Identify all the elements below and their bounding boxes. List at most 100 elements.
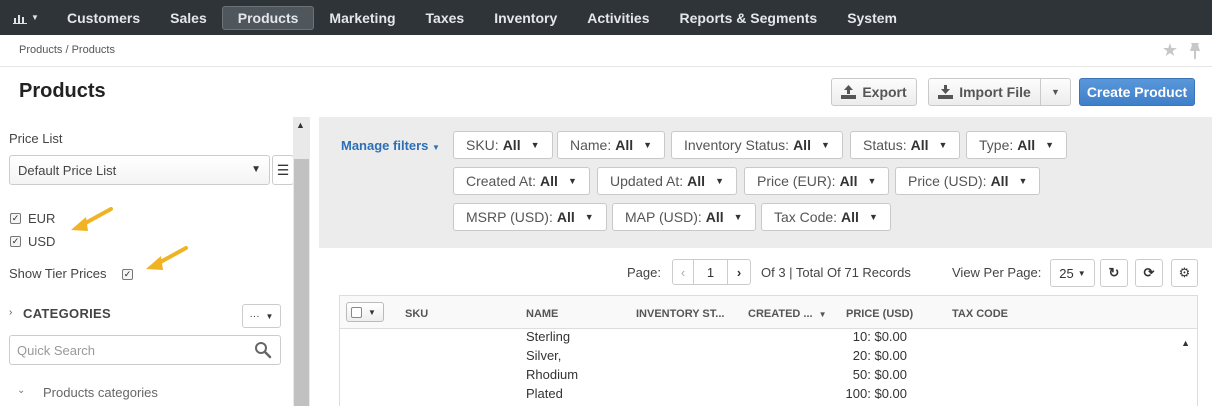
- filter-type[interactable]: Type: All ▼: [966, 131, 1068, 159]
- export-label: Export: [862, 84, 907, 100]
- bar-chart-icon: [13, 14, 28, 24]
- download-icon: [938, 85, 954, 99]
- caret-down-icon: ▼: [368, 307, 376, 317]
- cell-price: 20: $0.00: [852, 348, 907, 363]
- column-sku[interactable]: SKU: [405, 308, 428, 320]
- filter-updated-at[interactable]: Updated At: All ▼: [597, 167, 737, 195]
- per-page-select[interactable]: 25 ▼: [1050, 259, 1095, 287]
- filter-name[interactable]: Name: All ▼: [557, 131, 666, 159]
- filter-label: MAP (USD):: [625, 209, 702, 225]
- select-all-checkbox[interactable]: [351, 306, 362, 318]
- column-created-at-label: CREATED ...: [748, 308, 813, 320]
- export-button[interactable]: Export: [831, 78, 917, 106]
- show-tier-prices-checkbox[interactable]: ✓: [122, 269, 133, 280]
- dashboard-menu[interactable]: ▼: [0, 0, 52, 35]
- create-product-button[interactable]: Create Product: [1079, 78, 1195, 106]
- nav-customers[interactable]: Customers: [52, 6, 155, 30]
- price-list-menu-button[interactable]: ☰: [272, 155, 294, 185]
- grid-header: ▼ SKU NAME INVENTORY ST... CREATED ... ▼…: [340, 296, 1197, 329]
- next-page-button[interactable]: ›: [727, 259, 751, 285]
- filter-label: Status:: [863, 137, 907, 153]
- manage-filters-link[interactable]: Manage filters ▼: [341, 138, 440, 153]
- column-name[interactable]: NAME: [526, 308, 558, 320]
- caret-down-icon: ▼: [938, 140, 948, 150]
- filter-value: All: [687, 173, 706, 189]
- filter-value: All: [990, 173, 1009, 189]
- caret-down-icon: ▼: [265, 311, 274, 321]
- chevron-right-icon[interactable]: ›: [9, 307, 12, 318]
- price-list-select[interactable]: Default Price List ▼: [9, 155, 270, 185]
- column-price-usd[interactable]: PRICE (USD): [846, 308, 913, 320]
- nav-marketing[interactable]: Marketing: [314, 6, 410, 30]
- main-content: Manage filters ▼ SKU: All ▼ Name: All ▼ Inve…: [319, 117, 1212, 406]
- filter-created-at[interactable]: Created At: All ▼: [453, 167, 590, 195]
- filter-price-eur[interactable]: Price (EUR): All ▼: [744, 167, 890, 195]
- filter-label: SKU:: [466, 137, 499, 153]
- nav-products[interactable]: Products: [221, 5, 315, 30]
- star-icon[interactable]: ★: [1162, 40, 1178, 61]
- column-tax-code[interactable]: TAX CODE: [952, 308, 1008, 320]
- per-page-label: View Per Page:: [952, 265, 1042, 280]
- nav-reports-segments[interactable]: Reports & Segments: [664, 6, 832, 30]
- filter-label: Inventory Status:: [684, 137, 790, 153]
- filter-panel: Manage filters ▼ SKU: All ▼ Name: All ▼ Inve…: [319, 117, 1212, 248]
- caret-down-icon: ▼: [733, 212, 743, 222]
- filter-status[interactable]: Status: All ▼: [850, 131, 961, 159]
- sidebar: Price List Default Price List ▼ ☰ ✓ EUR …: [0, 117, 310, 406]
- price-list-value: Default Price List: [18, 163, 117, 178]
- usd-label: USD: [28, 234, 56, 249]
- pin-icon[interactable]: [1188, 42, 1202, 60]
- manage-filters-label: Manage filters: [341, 138, 429, 153]
- reset-button[interactable]: ↻: [1100, 259, 1128, 287]
- caret-down-icon: ▼: [820, 140, 830, 150]
- reset-icon: ↻: [1108, 265, 1120, 280]
- filter-value: All: [705, 209, 724, 225]
- mass-select-dropdown[interactable]: ▼: [346, 302, 384, 322]
- refresh-button[interactable]: ⟳: [1135, 259, 1163, 287]
- sidebar-scrollbar[interactable]: ▲: [293, 117, 310, 406]
- cell-name: Rhodium: [526, 367, 579, 382]
- caret-down-icon: ▼: [567, 176, 577, 186]
- filter-value: All: [839, 173, 858, 189]
- quick-search-input[interactable]: Quick Search: [9, 335, 281, 365]
- chevron-down-icon[interactable]: ⌄: [17, 385, 25, 396]
- column-created-at[interactable]: CREATED ... ▼: [748, 308, 827, 320]
- eur-label: EUR: [28, 211, 56, 226]
- page-header: Products Export Import File ▼ Create Pro…: [0, 67, 1212, 117]
- usd-checkbox[interactable]: ✓: [10, 236, 21, 247]
- upload-icon: [841, 85, 857, 99]
- categories-options-button[interactable]: ··· ▼: [242, 304, 281, 328]
- breadcrumb[interactable]: Products / Products: [19, 44, 115, 56]
- hamburger-icon: ☰: [276, 162, 290, 178]
- cell-price: 100: $0.00: [845, 386, 907, 401]
- nav-system[interactable]: System: [832, 6, 912, 30]
- filter-msrp-usd[interactable]: MSRP (USD): All ▼: [453, 203, 607, 231]
- cell-name: Silver,: [526, 348, 562, 363]
- import-file-button[interactable]: Import File: [928, 78, 1041, 106]
- column-inventory-status[interactable]: INVENTORY ST...: [636, 308, 724, 320]
- filter-tax-code[interactable]: Tax Code: All ▼: [761, 203, 891, 231]
- nav-sales[interactable]: Sales: [155, 6, 222, 30]
- grid-settings-button[interactable]: ⚙: [1171, 259, 1198, 287]
- import-dropdown-button[interactable]: ▼: [1040, 78, 1071, 106]
- scroll-up-icon[interactable]: ▲: [296, 120, 305, 130]
- page-number-input[interactable]: 1: [693, 259, 728, 285]
- sort-desc-icon: ▼: [818, 310, 827, 319]
- prev-page-button[interactable]: ‹: [672, 259, 694, 285]
- filter-price-usd[interactable]: Price (USD): All ▼: [895, 167, 1041, 195]
- filter-map-usd[interactable]: MAP (USD): All ▼: [612, 203, 756, 231]
- scroll-up-icon[interactable]: ▲: [1181, 338, 1190, 348]
- filter-inventory-status[interactable]: Inventory Status: All ▼: [671, 131, 843, 159]
- filter-label: Type:: [979, 137, 1014, 153]
- nav-activities[interactable]: Activities: [572, 6, 664, 30]
- eur-checkbox[interactable]: ✓: [10, 213, 21, 224]
- caret-down-icon: ▼: [251, 164, 261, 175]
- search-icon[interactable]: [254, 341, 272, 359]
- nav-inventory[interactable]: Inventory: [479, 6, 572, 30]
- scrollbar-thumb[interactable]: [294, 159, 309, 406]
- filter-sku[interactable]: SKU: All ▼: [453, 131, 553, 159]
- categories-heading[interactable]: CATEGORIES: [23, 306, 111, 321]
- nav-taxes[interactable]: Taxes: [411, 6, 480, 30]
- tree-item-products-categories[interactable]: Products categories: [43, 385, 158, 400]
- cell-name: Plated: [526, 386, 563, 401]
